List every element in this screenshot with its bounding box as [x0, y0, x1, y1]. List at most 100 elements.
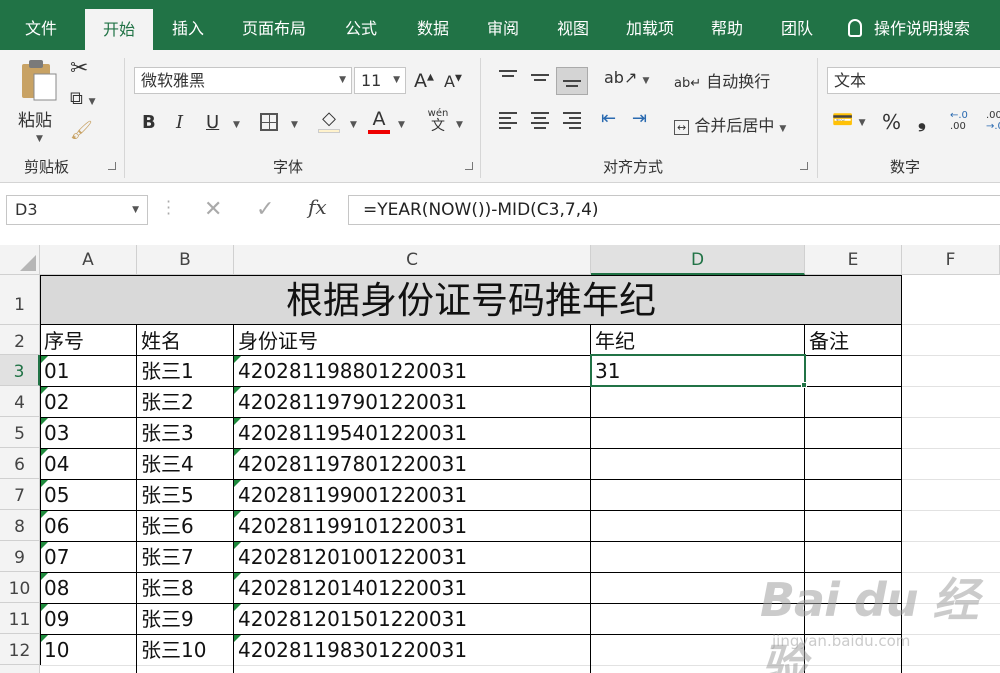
increase-decimal-icon[interactable]: ←.0.00	[950, 110, 968, 132]
error-indicator-icon[interactable]	[234, 511, 241, 518]
data-cell[interactable]: 张三10	[137, 635, 233, 665]
increase-indent-icon[interactable]: ⇥	[632, 108, 647, 129]
underline-button[interactable]: U	[206, 112, 219, 133]
error-indicator-icon[interactable]	[234, 635, 241, 642]
enter-icon[interactable]: ✓	[256, 197, 274, 222]
phonetic-dropdown-arrow[interactable]: ▼	[456, 120, 463, 130]
active-cell-selection[interactable]	[590, 354, 806, 387]
header-cell-age[interactable]: 年纪	[591, 326, 804, 356]
font-name-combo[interactable]: 微软雅黑 ▼	[134, 67, 352, 94]
merge-center-button[interactable]: ↔ 合并后居中 ▼	[674, 112, 786, 136]
row-header-7[interactable]: 7	[0, 479, 40, 510]
data-cell[interactable]: 420281201401220031	[234, 573, 590, 603]
error-indicator-icon[interactable]	[234, 418, 241, 425]
underline-dropdown-arrow[interactable]: ▼	[233, 120, 240, 130]
accounting-format-icon[interactable]: 💳 ▼	[832, 110, 866, 130]
column-header-f[interactable]: F	[902, 245, 1000, 275]
data-cell[interactable]: 03	[40, 418, 136, 448]
borders-icon[interactable]	[260, 113, 278, 131]
error-indicator-icon[interactable]	[234, 356, 241, 363]
align-left-icon[interactable]	[499, 112, 517, 132]
decrease-font-size-icon[interactable]: A▼	[444, 72, 462, 91]
error-indicator-icon[interactable]	[234, 542, 241, 549]
row-header-2[interactable]: 2	[0, 325, 40, 355]
column-header-e[interactable]: E	[805, 245, 902, 275]
comma-style-button[interactable]: ❟	[918, 108, 926, 132]
column-header-b[interactable]: B	[137, 245, 234, 275]
data-cell[interactable]: 420281195401220031	[234, 418, 590, 448]
data-cell[interactable]: 张三1	[137, 356, 233, 386]
error-indicator-icon[interactable]	[41, 542, 48, 549]
tab-formulas[interactable]: 公式	[330, 0, 392, 50]
tab-addins[interactable]: 加载项	[612, 0, 688, 50]
error-indicator-icon[interactable]	[41, 356, 48, 363]
header-cell-id[interactable]: 身份证号	[234, 326, 590, 356]
header-cell-note[interactable]: 备注	[805, 326, 901, 356]
align-right-icon[interactable]	[563, 112, 581, 132]
data-cell[interactable]: 420281199001220031	[234, 480, 590, 510]
fill-color-dropdown-arrow[interactable]: ▼	[350, 120, 357, 130]
fill-color-icon[interactable]: ◇	[318, 108, 340, 133]
alignment-launcher-icon[interactable]	[800, 162, 808, 170]
row-header-11[interactable]: 11	[0, 603, 40, 634]
error-indicator-icon[interactable]	[41, 604, 48, 611]
phonetic-guide-icon[interactable]: wén 文	[424, 108, 452, 134]
drag-handle-icon[interactable]: · · ·	[166, 194, 171, 222]
row-header-4[interactable]: 4	[0, 386, 40, 417]
data-cell[interactable]: 08	[40, 573, 136, 603]
data-cell[interactable]: 420281201501220031	[234, 604, 590, 634]
tab-home[interactable]: 开始	[85, 9, 153, 50]
tab-insert[interactable]: 插入	[160, 0, 216, 50]
data-cell[interactable]: 09	[40, 604, 136, 634]
data-cell[interactable]: 张三9	[137, 604, 233, 634]
error-indicator-icon[interactable]	[41, 573, 48, 580]
data-cell[interactable]: 02	[40, 387, 136, 417]
align-center-icon[interactable]	[531, 112, 549, 132]
column-header-c[interactable]: C	[234, 245, 591, 275]
data-cell[interactable]: 张三5	[137, 480, 233, 510]
worksheet-grid[interactable]: A B C D E F 1 2 3 4 5 6 7 8 9 10 11 12 1…	[0, 239, 1000, 673]
select-all-button[interactable]	[0, 245, 40, 275]
data-cell[interactable]: 张三4	[137, 449, 233, 479]
paste-button[interactable]: 粘贴 ▼	[14, 58, 62, 153]
data-cell[interactable]: 张三7	[137, 542, 233, 572]
font-size-combo[interactable]: 11 ▼	[354, 67, 406, 94]
data-cell[interactable]: 张三2	[137, 387, 233, 417]
tab-review[interactable]: 审阅	[472, 0, 534, 50]
row-header-9[interactable]: 9	[0, 541, 40, 572]
error-indicator-icon[interactable]	[41, 387, 48, 394]
tab-page-layout[interactable]: 页面布局	[230, 0, 318, 50]
tab-file[interactable]: 文件	[10, 0, 72, 50]
percent-style-button[interactable]: %	[882, 110, 901, 134]
column-header-d[interactable]: D	[591, 245, 805, 275]
font-color-dropdown-arrow[interactable]: ▼	[398, 120, 405, 130]
data-cell[interactable]: 张三3	[137, 418, 233, 448]
row-header-8[interactable]: 8	[0, 510, 40, 541]
cancel-icon[interactable]: ✕	[204, 197, 222, 222]
data-cell[interactable]: 07	[40, 542, 136, 572]
tab-team[interactable]: 团队	[766, 0, 828, 50]
format-painter-icon[interactable]: 🖌	[70, 120, 93, 141]
fill-handle[interactable]	[801, 382, 807, 388]
error-indicator-icon[interactable]	[234, 573, 241, 580]
data-cell[interactable]: 04	[40, 449, 136, 479]
tell-me-search[interactable]: 操作说明搜索	[848, 0, 970, 50]
data-cell[interactable]: 420281199101220031	[234, 511, 590, 541]
error-indicator-icon[interactable]	[41, 635, 48, 642]
formula-input[interactable]: =YEAR(NOW())-MID(C3,7,4)	[348, 195, 1000, 225]
data-cell[interactable]: 张三6	[137, 511, 233, 541]
error-indicator-icon[interactable]	[41, 418, 48, 425]
insert-function-icon[interactable]: fx	[308, 195, 327, 219]
italic-button[interactable]: I	[176, 112, 183, 133]
decrease-indent-icon[interactable]: ⇤	[601, 108, 616, 129]
error-indicator-icon[interactable]	[41, 480, 48, 487]
row-header-3[interactable]: 3	[0, 355, 40, 386]
tab-data[interactable]: 数据	[402, 0, 464, 50]
orientation-icon[interactable]: ab↗ ▼	[604, 68, 649, 87]
decrease-decimal-icon[interactable]: .00→.0	[986, 110, 1000, 132]
font-launcher-icon[interactable]	[465, 162, 473, 170]
borders-dropdown-arrow[interactable]: ▼	[291, 120, 298, 130]
wrap-text-button[interactable]: ab↵ 自动换行	[674, 68, 770, 92]
top-align-icon[interactable]	[499, 70, 517, 80]
error-indicator-icon[interactable]	[41, 511, 48, 518]
